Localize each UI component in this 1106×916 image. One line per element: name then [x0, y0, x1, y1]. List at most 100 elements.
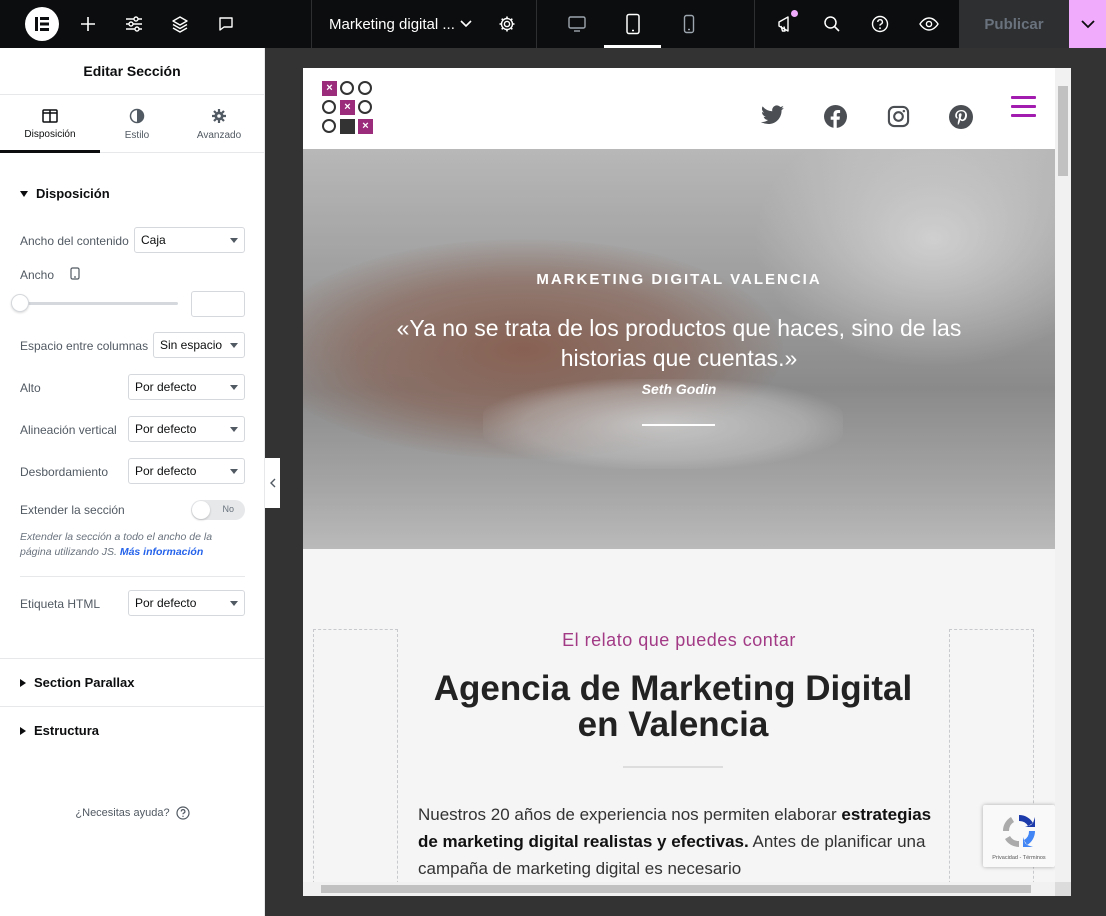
select-value: Caja — [141, 233, 166, 247]
stretch-help-text: Extender la sección a todo el ancho de l… — [20, 530, 245, 560]
scrollbar-corner — [1055, 882, 1071, 896]
chevron-down-icon — [230, 601, 238, 606]
content-width-select[interactable]: Caja — [134, 227, 245, 253]
height-label: Alto — [20, 381, 41, 395]
tablet-icon[interactable] — [618, 0, 648, 48]
instagram-icon[interactable] — [887, 105, 910, 133]
tab-layout[interactable]: Disposición — [0, 95, 100, 153]
add-icon[interactable] — [74, 0, 102, 48]
section-parallax-label: Section Parallax — [34, 675, 135, 690]
body-start: Nuestros 20 años de experiencia nos perm… — [418, 805, 842, 824]
tab-advanced[interactable]: Avanzado — [180, 95, 258, 153]
section-heading: Agencia de Marketing Digital en Valencia — [433, 669, 913, 744]
mobile-icon[interactable] — [674, 0, 704, 48]
recaptcha-badge[interactable]: Privacidad - Términos — [983, 805, 1055, 867]
chevron-left-icon — [269, 478, 275, 488]
site-logo[interactable]: × × × — [322, 81, 376, 135]
section-parallax-toggle[interactable]: Section Parallax — [20, 675, 134, 690]
scrollbar-thumb[interactable] — [321, 885, 1031, 893]
hero-kicker: MARKETING DIGITAL VALENCIA — [536, 271, 822, 288]
gear-icon — [212, 108, 226, 123]
overflow-select[interactable]: Por defecto — [128, 458, 245, 484]
twitter-icon[interactable] — [760, 105, 785, 131]
sliders-icon[interactable] — [120, 0, 148, 48]
active-tab-indicator — [0, 150, 100, 153]
chevron-down-icon — [1080, 19, 1095, 28]
collapse-panel-button[interactable] — [265, 458, 280, 508]
help-icon — [175, 806, 190, 820]
divider — [0, 706, 265, 707]
empty-column-left[interactable] — [313, 629, 398, 896]
editor-panel: Editar Sección Disposición Estilo Avanza… — [0, 48, 265, 916]
chevron-down-icon — [230, 427, 238, 432]
pinterest-icon[interactable] — [949, 105, 973, 134]
caret-down-icon — [20, 190, 28, 197]
select-value: Por defecto — [135, 380, 197, 394]
recaptcha-label: Privacidad - Términos — [992, 855, 1046, 861]
caret-right-icon — [20, 726, 26, 735]
page-preview: × × × MARKETING DIGITAL VALENCIA «Ya no … — [303, 68, 1071, 896]
publish-options-button[interactable] — [1069, 0, 1106, 48]
site-header: × × × — [303, 68, 1055, 149]
chevron-down-icon — [230, 469, 238, 474]
top-bar: Marketing digital ... Publicar — [0, 0, 1106, 48]
content-width-label: Ancho del contenido — [20, 234, 129, 248]
vertical-align-label: Alineación vertical — [20, 423, 117, 437]
chevron-down-icon[interactable] — [456, 0, 476, 48]
search-icon[interactable] — [818, 0, 846, 48]
section-layout-toggle[interactable]: Disposición — [20, 186, 110, 201]
page-title[interactable]: Marketing digital ... — [329, 0, 455, 48]
eye-icon[interactable] — [914, 0, 944, 48]
width-slider-handle[interactable] — [11, 294, 29, 312]
column-gap-label: Espacio entre columnas — [20, 339, 149, 353]
tab-style[interactable]: Estilo — [100, 95, 174, 153]
chevron-down-icon — [230, 343, 238, 348]
toggle-knob — [192, 501, 210, 519]
chevron-down-icon — [230, 238, 238, 243]
responsive-tablet-icon[interactable] — [70, 267, 80, 285]
toggle-state: No — [222, 504, 234, 514]
help-icon[interactable] — [866, 0, 894, 48]
chevron-down-icon — [230, 385, 238, 390]
desktop-icon[interactable] — [562, 0, 592, 48]
facebook-icon[interactable] — [824, 105, 847, 133]
gear-icon[interactable] — [494, 0, 520, 48]
stretch-section-label: Extender la sección — [20, 503, 125, 517]
comment-icon[interactable] — [212, 0, 240, 48]
html-tag-label: Etiqueta HTML — [20, 597, 101, 611]
more-info-link[interactable]: Más información — [120, 546, 203, 558]
layers-icon[interactable] — [166, 0, 194, 48]
column-gap-select[interactable]: Sin espacio — [153, 332, 245, 358]
section-structure-toggle[interactable]: Estructura — [20, 723, 99, 738]
tab-label: Avanzado — [196, 129, 242, 141]
tab-label: Estilo — [124, 129, 150, 141]
panel-tabs: Disposición Estilo Avanzado — [0, 95, 264, 153]
vertical-align-select[interactable]: Por defecto — [128, 416, 245, 442]
caret-right-icon — [20, 678, 26, 687]
elementor-editor: Marketing digital ... Publicar Editar Se… — [0, 0, 1106, 916]
need-help-label: ¿Necesitas ayuda? — [75, 807, 170, 819]
hero-quote: «Ya no se trata de los productos que hac… — [396, 315, 962, 371]
vertical-scrollbar[interactable] — [1055, 68, 1071, 882]
megaphone-icon[interactable] — [772, 0, 800, 48]
select-value: Por defecto — [135, 422, 197, 436]
select-value: Por defecto — [135, 596, 197, 610]
menu-toggle-icon[interactable] — [1011, 96, 1036, 118]
html-tag-select[interactable]: Por defecto — [128, 590, 245, 616]
elementor-logo-icon[interactable] — [25, 7, 59, 41]
overflow-label: Desbordamiento — [20, 465, 109, 479]
half-circle-icon — [129, 108, 145, 123]
stretch-section-toggle[interactable]: No — [191, 500, 245, 520]
body-paragraph: Nuestros 20 años de experiencia nos perm… — [418, 801, 938, 882]
width-number-input[interactable] — [191, 291, 245, 317]
need-help-link[interactable]: ¿Necesitas ayuda? — [0, 806, 265, 820]
scrollbar-thumb[interactable] — [1058, 86, 1068, 176]
section-layout-label: Disposición — [36, 186, 110, 201]
notification-dot — [791, 10, 798, 17]
horizontal-scrollbar[interactable] — [303, 882, 1055, 896]
hero-section[interactable]: MARKETING DIGITAL VALENCIA «Ya no se tra… — [303, 149, 1055, 549]
height-select[interactable]: Por defecto — [128, 374, 245, 400]
section-subtitle: El relato que puedes contar — [562, 630, 796, 650]
publish-button[interactable]: Publicar — [959, 0, 1069, 48]
width-slider-track[interactable] — [20, 302, 178, 305]
